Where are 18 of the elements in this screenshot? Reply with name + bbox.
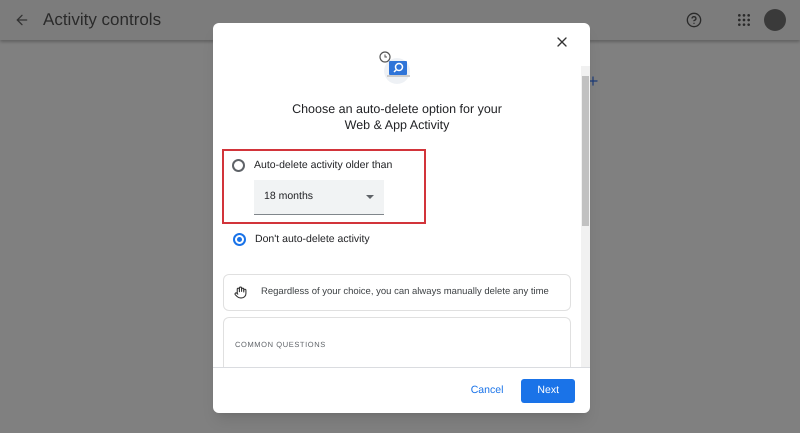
radio-button[interactable] bbox=[232, 159, 245, 172]
cancel-button[interactable]: Cancel bbox=[462, 378, 512, 402]
scrollbar[interactable] bbox=[581, 66, 590, 367]
apps-icon[interactable] bbox=[736, 12, 752, 28]
next-button[interactable]: Next bbox=[521, 378, 575, 402]
info-text: Regardless of your choice, you can always manually delete any time bbox=[261, 284, 549, 299]
hand-icon bbox=[234, 286, 247, 298]
radio-button[interactable] bbox=[233, 233, 246, 246]
dropdown-caret-icon bbox=[366, 194, 374, 199]
radio-label: Auto-delete activity older than bbox=[254, 158, 392, 173]
dialog-heading: Choose an auto-delete option for your bbox=[292, 101, 502, 117]
radio-label: Don't auto-delete activity bbox=[255, 232, 370, 247]
back-icon[interactable] bbox=[14, 12, 30, 28]
page-title: Activity controls bbox=[43, 9, 162, 32]
help-icon[interactable] bbox=[686, 12, 702, 28]
dialog-heading: Web & App Activity bbox=[344, 117, 450, 133]
avatar[interactable] bbox=[764, 9, 786, 31]
duration-dropdown[interactable]: 18 months bbox=[254, 180, 384, 215]
